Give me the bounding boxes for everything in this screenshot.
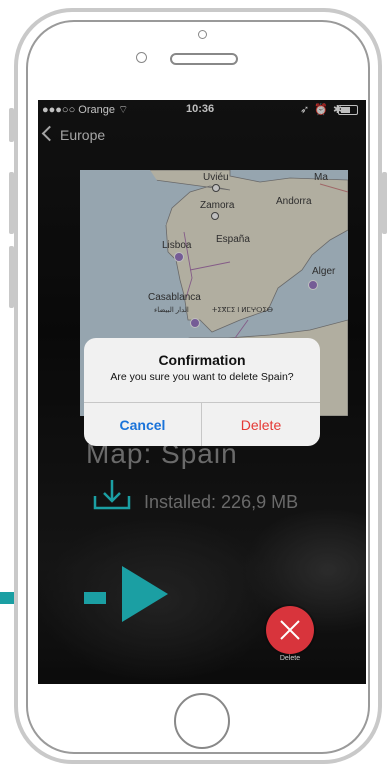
installed-size-label: Installed: 226,9 MB	[144, 492, 299, 512]
speaker-grille	[170, 53, 238, 65]
dialog-message: Are you sure you want to delete Spain?	[110, 371, 294, 383]
volume-down-button	[9, 246, 14, 308]
volume-up-button	[9, 172, 14, 234]
close-icon	[280, 620, 300, 640]
play-icon[interactable]	[122, 566, 168, 622]
home-button[interactable]	[174, 693, 230, 749]
confirm-delete-button[interactable]: Delete	[202, 403, 320, 446]
dialog-title: Confirmation	[158, 352, 246, 368]
cancel-button[interactable]: Cancel	[84, 403, 201, 446]
arrow-dash-1	[0, 592, 14, 604]
power-button	[382, 172, 387, 234]
delete-fab-label: Delete	[279, 655, 301, 662]
confirmation-dialog: Confirmation Are you sure you want to de…	[84, 338, 320, 446]
arrow-dash-3	[84, 592, 106, 604]
camera-icon	[198, 30, 207, 39]
download-icon	[93, 480, 131, 510]
delete-fab[interactable]	[266, 606, 314, 654]
mute-switch	[9, 108, 14, 142]
sensor-icon	[136, 52, 147, 63]
